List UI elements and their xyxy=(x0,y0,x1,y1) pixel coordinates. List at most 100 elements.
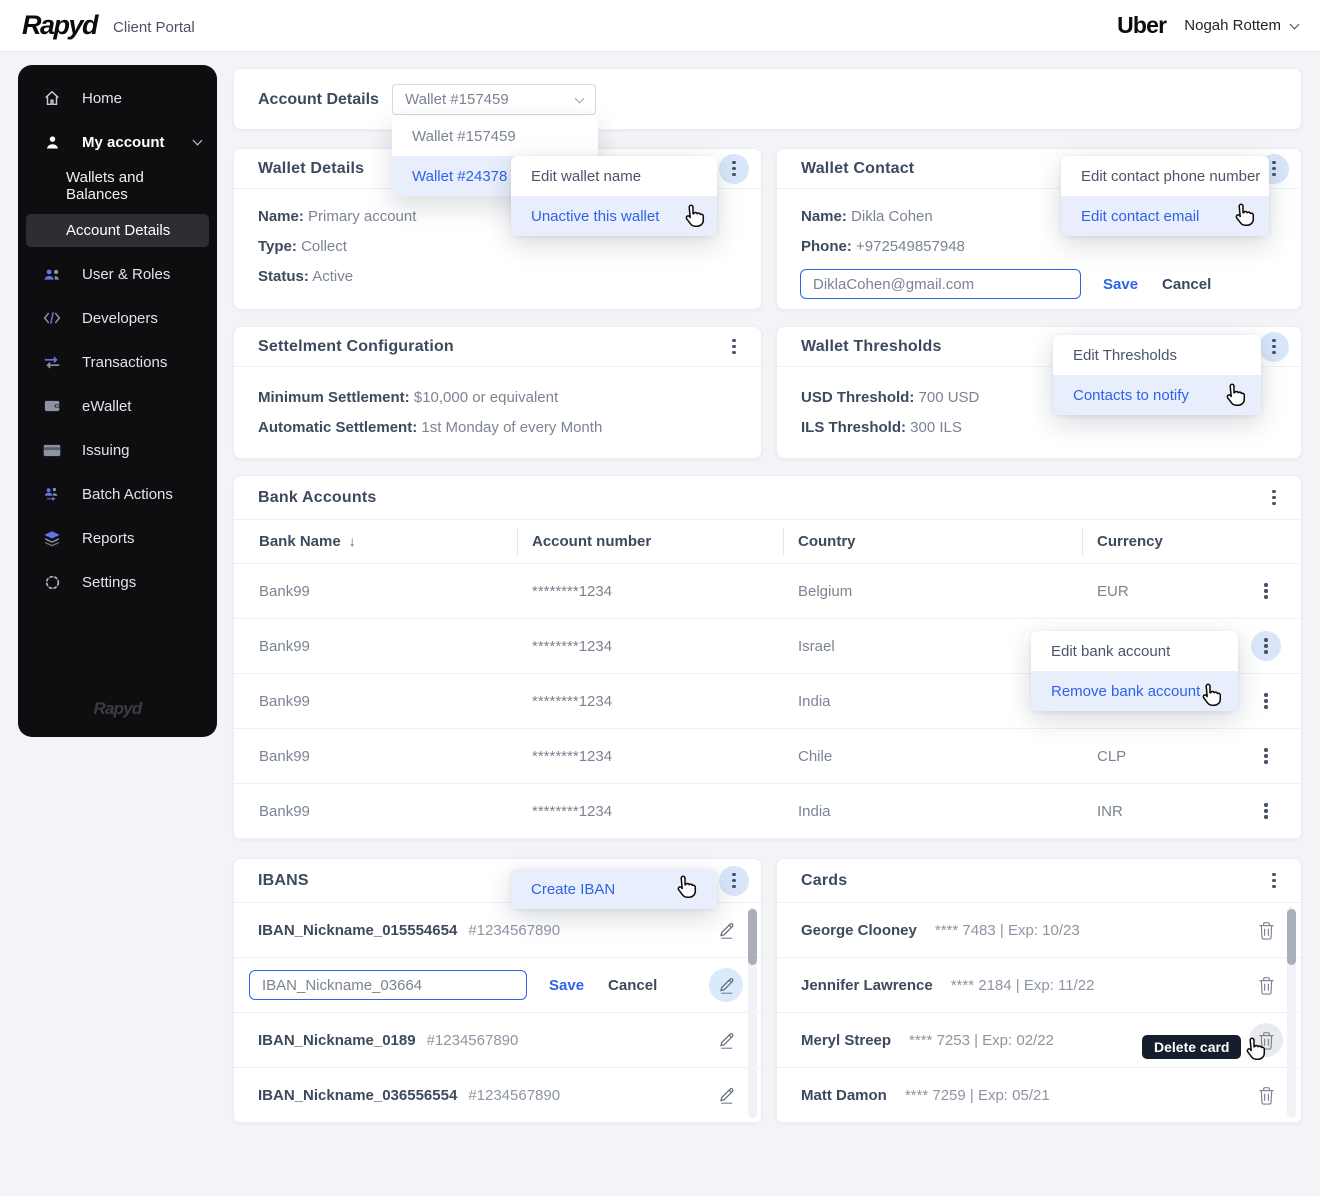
users-icon xyxy=(42,266,62,283)
ibans-menu: Create IBAN xyxy=(511,869,717,909)
sidebar-item-developers[interactable]: Developers xyxy=(18,296,217,340)
bank-row-kebab-menu[interactable] xyxy=(1251,576,1281,606)
bank-row-kebab-menu[interactable] xyxy=(1251,796,1281,826)
min-settlement-row: Minimum Settlement: $10,000 or equivalen… xyxy=(258,389,559,406)
scrollbar-thumb[interactable] xyxy=(748,909,757,965)
pencil-icon xyxy=(719,1088,733,1104)
sidebar-item-account-details[interactable]: Account Details xyxy=(18,208,217,252)
chevron-down-icon xyxy=(1289,19,1300,29)
pencil-icon xyxy=(719,978,733,994)
bank-row: Bank99 ********1234 India INR xyxy=(234,784,1301,839)
sidebar-item-issuing[interactable]: Issuing xyxy=(18,428,217,472)
wallet-status-row: Status: Active xyxy=(258,268,354,285)
delete-card-button[interactable] xyxy=(1249,1078,1283,1112)
sidebar-item-user-roles[interactable]: User & Roles xyxy=(18,252,217,296)
iban-nickname-input[interactable] xyxy=(249,970,527,1000)
wallet-contact-card: Wallet Contact Name: Dikla Cohen Phone: … xyxy=(776,148,1302,310)
uber-logo: Uber xyxy=(1117,12,1167,38)
menu-item-edit-bank-account[interactable]: Edit bank account xyxy=(1031,631,1238,671)
edit-iban-button[interactable] xyxy=(709,968,743,1002)
save-button[interactable]: Save xyxy=(549,977,584,994)
wallet-details-menu: Edit wallet name Unactive this wallet xyxy=(511,156,717,236)
ibans-card: IBANS IBAN_Nickname_015554654 #123456789… xyxy=(233,858,762,1124)
chevron-down-icon xyxy=(192,135,203,145)
bank-row-kebab-menu[interactable] xyxy=(1251,686,1281,716)
cards-kebab-menu[interactable] xyxy=(1259,866,1289,896)
bank-row-kebab-menu[interactable] xyxy=(1251,741,1281,771)
bank-account-menu: Edit bank account Remove bank account xyxy=(1031,631,1238,711)
sidebar-item-ewallet[interactable]: eWallet xyxy=(18,384,217,428)
edit-iban-button[interactable] xyxy=(709,913,743,947)
sidebar-item-my-account[interactable]: My account xyxy=(18,120,217,164)
column-header-country[interactable]: Country xyxy=(783,527,1097,556)
menu-item-edit-contact-email[interactable]: Edit contact email xyxy=(1061,196,1269,236)
bank-table-header: Bank Name ↓ Account number Country Curren… xyxy=(234,520,1301,564)
menu-item-edit-contact-phone[interactable]: Edit contact phone number xyxy=(1061,156,1269,196)
trash-icon xyxy=(1258,921,1274,940)
gear-icon xyxy=(42,574,62,591)
scrollbar-thumb[interactable] xyxy=(1287,909,1296,965)
bank-accounts-kebab-menu[interactable] xyxy=(1259,483,1289,513)
trash-icon xyxy=(1258,1031,1274,1050)
transfer-icon xyxy=(42,355,62,370)
sidebar-item-reports[interactable]: Reports xyxy=(18,516,217,560)
account-details-bar: Account Details Wallet #157459 Wallet #1… xyxy=(233,68,1302,196)
card-title: Bank Accounts xyxy=(258,488,377,506)
menu-item-unactive-wallet[interactable]: Unactive this wallet xyxy=(511,196,717,236)
sidebar-item-transactions[interactable]: Transactions xyxy=(18,340,217,384)
cancel-button[interactable]: Cancel xyxy=(1162,276,1211,293)
save-button[interactable]: Save xyxy=(1103,276,1138,293)
thresholds-menu: Edit Thresholds Contacts to notify xyxy=(1053,335,1261,415)
ils-threshold-row: ILS Threshold: 300 ILS xyxy=(801,419,962,436)
bank-row-kebab-menu[interactable] xyxy=(1251,631,1281,661)
settlement-kebab-menu[interactable] xyxy=(719,332,749,362)
delete-card-button[interactable] xyxy=(1249,913,1283,947)
wallet-thresholds-card: Wallet Thresholds USD Threshold: 700 USD… xyxy=(776,326,1302,459)
sidebar-item-home[interactable]: Home xyxy=(18,76,217,120)
edit-iban-button[interactable] xyxy=(709,1023,743,1057)
menu-item-contacts-to-notify[interactable]: Contacts to notify xyxy=(1053,375,1261,415)
menu-item-edit-thresholds[interactable]: Edit Thresholds xyxy=(1053,335,1261,375)
bank-row: Bank99 ********1234 Belgium EUR xyxy=(234,564,1301,619)
thresholds-kebab-menu[interactable] xyxy=(1259,331,1289,362)
menu-item-create-iban[interactable]: Create IBAN xyxy=(511,869,717,909)
rapyd-logo: Rapyd xyxy=(22,10,99,40)
user-menu[interactable]: Nogah Rottem xyxy=(1184,17,1300,34)
user-icon xyxy=(42,134,62,151)
iban-row: IBAN_Nickname_0189 #1234567890 xyxy=(234,1013,761,1068)
sidebar-item-wallets-and-balances[interactable]: Wallets and Balances xyxy=(18,164,217,208)
wallet-select[interactable]: Wallet #157459 xyxy=(392,84,596,115)
ibans-kebab-menu[interactable] xyxy=(719,865,749,896)
edit-iban-button[interactable] xyxy=(709,1078,743,1112)
sort-arrow-down-icon: ↓ xyxy=(348,533,356,549)
chevron-down-icon xyxy=(574,93,585,103)
sidebar-item-settings[interactable]: Settings xyxy=(18,560,217,604)
delete-card-button[interactable] xyxy=(1249,968,1283,1002)
card-title: Cards xyxy=(801,871,848,889)
bank-accounts-card: Bank Accounts Bank Name ↓ Account number … xyxy=(233,475,1302,840)
trash-icon xyxy=(1258,1086,1274,1105)
portal-title: Client Portal xyxy=(113,18,195,36)
scrollbar-track[interactable] xyxy=(748,907,757,1118)
wallet-select-value: Wallet #157459 xyxy=(405,91,509,108)
column-header-bank-name[interactable]: Bank Name ↓ xyxy=(259,533,532,550)
bank-row: Bank99 ********1234 Chile CLP xyxy=(234,729,1301,784)
menu-item-edit-wallet-name[interactable]: Edit wallet name xyxy=(511,156,717,196)
contact-email-input[interactable] xyxy=(800,269,1081,299)
home-icon xyxy=(42,89,62,107)
menu-item-remove-bank-account[interactable]: Remove bank account xyxy=(1031,671,1238,711)
wallet-details-kebab-menu[interactable] xyxy=(719,153,749,184)
card-row: George Clooney **** 7483 | Exp: 10/23 xyxy=(777,903,1301,958)
wallet-type-row: Type: Collect xyxy=(258,238,347,255)
card-title: Settelment Configuration xyxy=(258,337,454,355)
cancel-button[interactable]: Cancel xyxy=(608,977,657,994)
wallet-option-157459[interactable]: Wallet #157459 xyxy=(392,116,598,156)
column-header-account-number[interactable]: Account number xyxy=(517,527,798,556)
column-header-currency[interactable]: Currency xyxy=(1082,527,1241,556)
pencil-icon xyxy=(719,923,733,939)
scrollbar-track[interactable] xyxy=(1287,907,1296,1118)
layers-icon xyxy=(42,530,62,547)
delete-card-button[interactable] xyxy=(1249,1023,1283,1057)
pencil-icon xyxy=(719,1033,733,1049)
sidebar-item-batch-actions[interactable]: Batch Actions xyxy=(18,472,217,516)
